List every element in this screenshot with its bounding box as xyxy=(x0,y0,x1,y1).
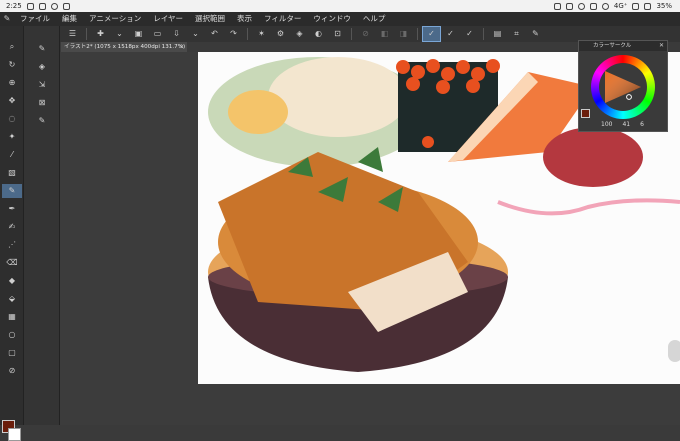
color-wheel[interactable] xyxy=(591,55,655,119)
invert-icon[interactable]: ◨ xyxy=(395,27,412,41)
menu-layer[interactable]: レイヤー xyxy=(147,12,189,26)
layer-property-icon[interactable]: ✎ xyxy=(34,42,50,56)
panel-color-indicator xyxy=(581,109,590,118)
layer-move-icon[interactable]: ⇲ xyxy=(34,78,50,92)
pen-icon[interactable]: ▧ xyxy=(2,166,22,180)
move-icon[interactable]: ⊕ xyxy=(2,76,22,90)
figure-icon[interactable]: ○ xyxy=(2,328,22,342)
menu-view[interactable]: 表示 xyxy=(231,12,258,26)
android-status-bar: 2:25 4G⁺ 35% xyxy=(0,0,680,12)
color-triangle[interactable] xyxy=(599,63,647,111)
zoom-icon[interactable]: ⌕ xyxy=(2,40,22,54)
edit-icon[interactable]: ✎ xyxy=(527,27,544,41)
clear-icon[interactable]: ◈ xyxy=(291,27,308,41)
stabilizer-icon[interactable]: ✓ xyxy=(461,27,478,41)
export-icon[interactable]: ⇩ xyxy=(168,27,185,41)
save-icon[interactable]: ▭ xyxy=(149,27,166,41)
status-right: 4G⁺ 35% xyxy=(553,0,672,12)
deselect-icon[interactable]: ⊘ xyxy=(357,27,374,41)
chevron-down-icon[interactable]: ⌄ xyxy=(111,27,128,41)
menu-window[interactable]: ウィンドウ xyxy=(307,12,357,26)
pencil-icon[interactable]: ✎ xyxy=(2,184,22,198)
separator xyxy=(417,28,418,40)
transform-icon[interactable]: ✶ xyxy=(253,27,270,41)
operation-icon[interactable]: ✥ xyxy=(2,94,22,108)
menu-help[interactable]: ヘルプ xyxy=(357,12,392,26)
alarm-icon xyxy=(589,2,597,10)
network-type: 4G⁺ xyxy=(613,2,628,10)
eyedropper-icon[interactable]: ⁄ xyxy=(2,148,22,162)
notification-app-icon xyxy=(38,2,46,10)
chevron-down-icon[interactable]: ⌄ xyxy=(187,27,204,41)
value-value: 6 xyxy=(640,121,644,128)
decoration-icon[interactable]: ⋰ xyxy=(2,238,22,252)
undo-icon[interactable]: ↶ xyxy=(206,27,223,41)
separator xyxy=(351,28,352,40)
document-tab-label: イラスト2* (1075 x 1518px 400dpi 131.7%) xyxy=(64,44,186,50)
app-brush-icon[interactable]: ✎ xyxy=(0,12,14,26)
separator xyxy=(247,28,248,40)
color-wheel-center xyxy=(599,63,647,111)
layer-edit-icon[interactable]: ✎ xyxy=(34,114,50,128)
saturation-value: 41 xyxy=(622,121,631,128)
hsv-values: 100 41 6 xyxy=(601,121,644,128)
close-icon[interactable]: × xyxy=(179,42,184,52)
menu-filter[interactable]: フィルター xyxy=(258,12,307,26)
fill-selection-icon[interactable]: ◐ xyxy=(310,27,327,41)
redo-icon[interactable]: ↷ xyxy=(225,27,242,41)
cast-icon xyxy=(553,2,561,10)
menu-select[interactable]: 選択範囲 xyxy=(189,12,231,26)
airbrush-icon[interactable]: ✍ xyxy=(2,220,22,234)
tool-palette: ⌕ ↻ ⊕ ✥ ◌ ✦ ⁄ ▧ ✎ ✒ ✍ ⋰ ⌫ ◆ ⬙ ▦ ○ ▢ ⊘ xyxy=(0,26,24,441)
crop-icon[interactable]: ◧ xyxy=(376,27,393,41)
color-circle-panel: カラーサークル ✕ 100 41 6 xyxy=(578,40,668,132)
menu-icon[interactable]: ☰ xyxy=(64,27,81,41)
battery-level: 35% xyxy=(656,2,672,10)
new-canvas-icon[interactable]: ✚ xyxy=(92,27,109,41)
brush-icon[interactable]: ✒ xyxy=(2,202,22,216)
layer-stack-icon[interactable]: ◈ xyxy=(34,60,50,74)
menu-bar: ✎ ファイル 編集 アニメーション レイヤー 選択範囲 表示 フィルター ウィン… xyxy=(0,12,680,26)
status-left: 2:25 xyxy=(6,0,70,12)
status-time: 2:25 xyxy=(6,2,22,10)
battery-icon xyxy=(644,2,652,10)
blend-icon[interactable]: ◆ xyxy=(2,274,22,288)
brush-size-icon[interactable]: ✓ xyxy=(422,26,441,42)
canvas-scroll-handle[interactable] xyxy=(668,340,680,362)
notification-gallery-icon xyxy=(26,2,34,10)
menu-animation[interactable]: アニメーション xyxy=(83,12,147,26)
nfc-icon xyxy=(565,2,573,10)
document-tab[interactable]: イラスト2* (1075 x 1518px 400dpi 131.7%) × xyxy=(61,42,187,52)
ruler-icon[interactable]: ⌗ xyxy=(508,27,525,41)
wifi-icon xyxy=(601,2,609,10)
location-icon xyxy=(577,2,585,10)
fill-icon[interactable]: ⬙ xyxy=(2,292,22,306)
gradient-icon[interactable]: ▦ xyxy=(2,310,22,324)
select-all-icon[interactable]: ⊡ xyxy=(329,27,346,41)
text-icon[interactable]: ⊘ xyxy=(2,364,22,378)
sub-color-swatch[interactable] xyxy=(8,428,21,441)
separator xyxy=(86,28,87,40)
menu-edit[interactable]: 編集 xyxy=(56,12,83,26)
layer-mask-icon[interactable]: ⊠ xyxy=(34,96,50,110)
menu-file[interactable]: ファイル xyxy=(14,12,56,26)
separator xyxy=(483,28,484,40)
notification-shield-icon xyxy=(62,2,70,10)
sub-tool-palette: ✎ ◈ ⇲ ⊠ ✎ xyxy=(24,26,60,425)
frame-icon[interactable]: ▢ xyxy=(2,346,22,360)
layer-icon[interactable]: ▤ xyxy=(489,27,506,41)
open-icon[interactable]: ▣ xyxy=(130,27,147,41)
wand-icon[interactable]: ✦ xyxy=(2,130,22,144)
settings-icon[interactable]: ⚙ xyxy=(272,27,289,41)
notification-info-icon xyxy=(50,2,58,10)
color-panel-title: カラーサークル xyxy=(579,41,667,51)
opacity-icon[interactable]: ✓ xyxy=(442,27,459,41)
hue-value: 100 xyxy=(601,121,613,128)
signal-icon xyxy=(632,2,640,10)
close-icon[interactable]: ✕ xyxy=(659,41,664,51)
rotate-icon[interactable]: ↻ xyxy=(2,58,22,72)
lasso-icon[interactable]: ◌ xyxy=(2,112,22,126)
eraser-icon[interactable]: ⌫ xyxy=(2,256,22,270)
